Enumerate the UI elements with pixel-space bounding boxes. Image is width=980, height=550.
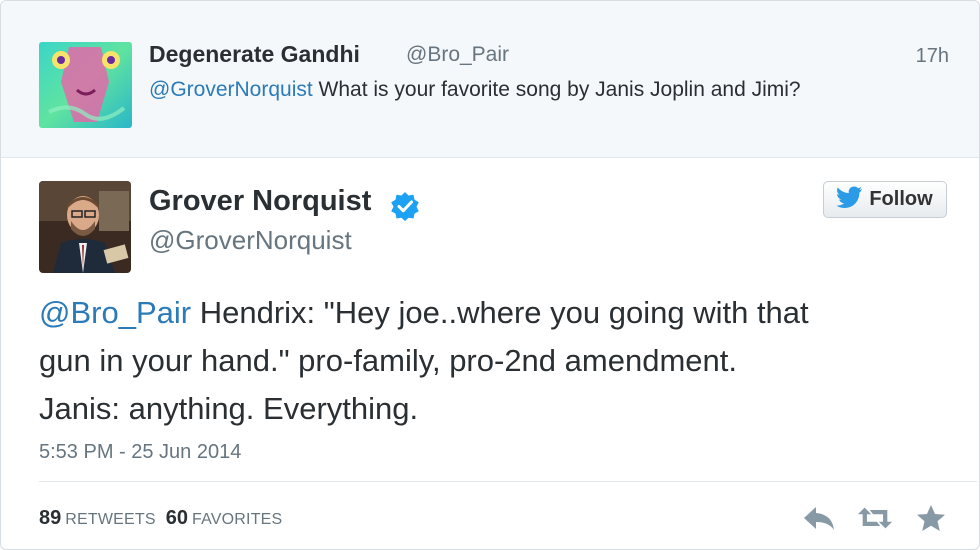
retweets-stat[interactable]: 89 RETWEETS: [39, 507, 156, 529]
main-mention-link[interactable]: @Bro_Pair: [39, 295, 191, 330]
parent-author-handle[interactable]: @Bro_Pair: [406, 43, 509, 67]
tweet-card: Degenerate Gandhi @Bro_Pair 17h @GroverN…: [0, 0, 980, 550]
favorites-label: FAVORITES: [192, 511, 283, 528]
main-tweet-text: @Bro_Pair Hendrix: "Hey joe..where you g…: [39, 289, 949, 433]
main-author-handle[interactable]: @GroverNorquist: [149, 225, 352, 256]
tweet-text-line-1: @Bro_Pair Hendrix: "Hey joe..where you g…: [39, 289, 949, 337]
reply-icon[interactable]: [801, 503, 837, 533]
parent-text-body: What is your favorite song by Janis Jopl…: [318, 78, 801, 101]
parent-timestamp[interactable]: 17h: [916, 45, 949, 68]
retweet-icon[interactable]: [857, 503, 893, 533]
parent-author-name[interactable]: Degenerate Gandhi: [149, 41, 360, 68]
verified-badge-icon: [390, 191, 420, 221]
favorites-count: 60: [165, 507, 188, 529]
tweet-text-line-1-body: Hendrix: "Hey joe..where you going with …: [199, 295, 809, 330]
main-avatar[interactable]: [39, 181, 131, 273]
tweet-text-line-2: gun in your hand." pro-family, pro-2nd a…: [39, 343, 737, 378]
follow-button[interactable]: Follow: [823, 181, 947, 218]
tweet-stats: 89 RETWEETS 60 FAVORITES: [39, 507, 282, 530]
follow-label: Follow: [869, 188, 933, 210]
tweet-timestamp[interactable]: 5:53 PM - 25 Jun 2014: [39, 441, 241, 464]
tweet-actions: [801, 503, 949, 533]
tweet-text-line-3: Janis: anything. Everything.: [39, 391, 419, 426]
retweets-count: 89: [39, 507, 62, 529]
favorites-stat[interactable]: 60 FAVORITES: [165, 507, 283, 529]
twitter-bird-icon: [836, 186, 863, 214]
main-author-name[interactable]: Grover Norquist: [149, 185, 371, 218]
star-icon[interactable]: [913, 503, 949, 533]
retweets-label: RETWEETS: [65, 511, 156, 528]
parent-mention-link[interactable]: @GroverNorquist: [149, 78, 313, 101]
parent-avatar[interactable]: [39, 42, 132, 128]
divider: [39, 481, 977, 482]
parent-tweet[interactable]: Degenerate Gandhi @Bro_Pair 17h @GroverN…: [1, 1, 979, 158]
parent-tweet-text: @GroverNorquist What is your favorite so…: [149, 78, 801, 102]
